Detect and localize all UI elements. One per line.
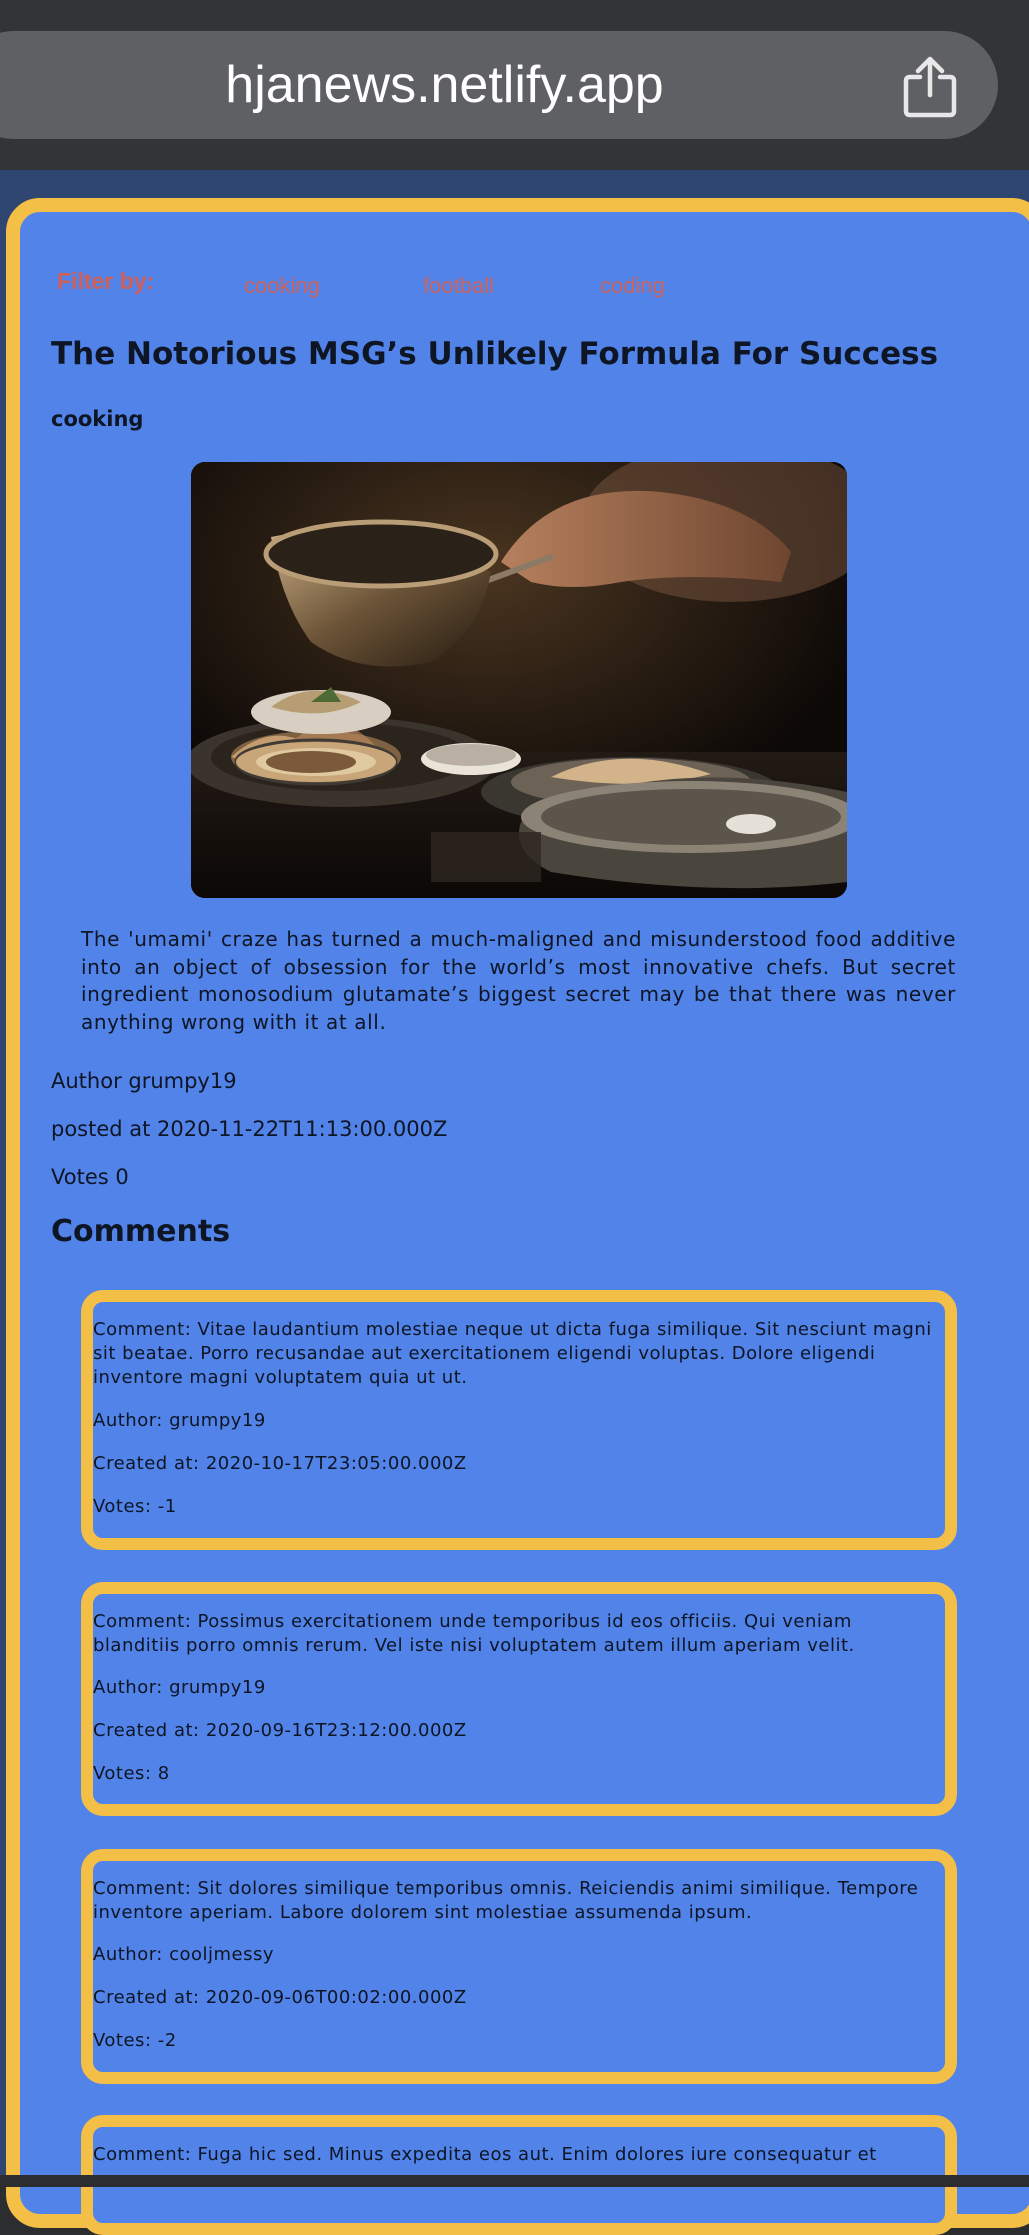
- filter-topic-coding[interactable]: coding: [600, 273, 665, 299]
- comment-created-at: Created at: 2020-10-17T23:05:00.000Z: [93, 1453, 467, 1474]
- filter-label: Filter by:: [57, 268, 155, 294]
- address-bar[interactable]: hjanews.netlify.app: [0, 31, 998, 139]
- comment-votes: Votes: 8: [93, 1763, 170, 1784]
- article-body: The 'umami' craze has turned a much-mali…: [81, 927, 956, 1034]
- comment-text: Comment: Sit dolores similique temporibu…: [93, 1878, 919, 1923]
- comment-text: Comment: Possimus exercitationem unde te…: [93, 1611, 855, 1656]
- article-votes: Votes 0: [51, 1165, 129, 1189]
- comment-text: Comment: Fuga hic sed. Minus expedita eo…: [93, 2144, 877, 2165]
- share-icon[interactable]: [900, 55, 960, 119]
- filter-topic-football[interactable]: football: [423, 273, 494, 299]
- comment-created-at: Created at: 2020-09-16T23:12:00.000Z: [93, 1720, 467, 1741]
- article-topic: cooking: [51, 407, 144, 431]
- filter-topic-cooking[interactable]: cooking: [244, 273, 320, 299]
- cooking-photo: [191, 462, 847, 898]
- comment-votes: Votes: -1: [93, 1496, 177, 1517]
- article-title: The Notorious MSG’s Unlikely Formula For…: [51, 336, 939, 372]
- article-author: Author grumpy19: [51, 1069, 237, 1093]
- browser-toolbar: hjanews.netlify.app: [0, 0, 1029, 172]
- viewport-bottom-edge: [0, 2175, 1029, 2187]
- comment-author: Author: grumpy19: [93, 1410, 266, 1431]
- comment-text: Comment: Vitae laudantium molestiae nequ…: [93, 1319, 932, 1388]
- url-text[interactable]: hjanews.netlify.app: [0, 31, 929, 139]
- article-image: [191, 462, 847, 898]
- comment-author: Author: grumpy19: [93, 1677, 266, 1698]
- comment-author: Author: cooljmessy: [93, 1944, 275, 1965]
- comment-votes: Votes: -2: [93, 2030, 177, 2051]
- article-posted-at: posted at 2020-11-22T11:13:00.000Z: [51, 1117, 448, 1141]
- comment-created-at: Created at: 2020-09-06T00:02:00.000Z: [93, 1987, 467, 2008]
- comments-heading: Comments: [51, 1214, 231, 1249]
